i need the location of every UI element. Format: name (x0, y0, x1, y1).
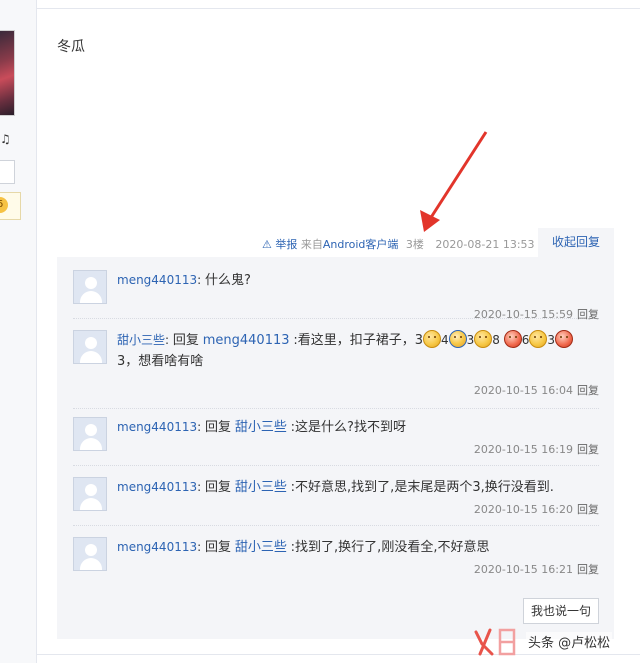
from-prefix: 来自 (300, 238, 323, 251)
reply-meta: 2020-10-15 16:04 回复 (474, 382, 599, 398)
puzzled-face-emoji-icon (529, 330, 548, 348)
reply-word: 回复 (204, 420, 231, 435)
reply-text: meng440113: 回复 甜小三些 :找到了,换行了,刚没看全,不好意思 (117, 537, 603, 558)
floor-number: 3楼 (405, 238, 424, 251)
reply-item: meng440113: 回复 甜小三些 :这是什么?找不到呀 2020-10-1… (73, 417, 599, 466)
watermark: 头条 @卢松松 (470, 620, 640, 660)
top-divider (37, 8, 640, 9)
reply-item: meng440113: 回复 甜小三些 :不好意思,找到了,是末尾是两个3,换行… (73, 477, 599, 526)
cool-face-emoji-icon (448, 330, 467, 348)
emoji-count: 4 (441, 333, 449, 347)
reply-avatar[interactable] (73, 537, 107, 571)
reply-target-user[interactable]: 甜小三些 (235, 540, 287, 555)
reply-list: meng440113: 什么鬼? 2020-10-15 15:59 回复 甜小三些… (57, 257, 614, 639)
reply-colon: : (197, 540, 202, 554)
reply-word: 回复 (204, 540, 231, 555)
reply-time: 2020-10-15 16:20 (473, 503, 573, 516)
reply-item: meng440113: 什么鬼? 2020-10-15 15:59 回复 (73, 270, 599, 322)
reply-meta: 2020-10-15 15:59 回复 (474, 306, 599, 322)
reply-meta: 2020-10-15 16:21 回复 (474, 561, 599, 577)
reply-text: 甜小三些: 回复 meng440113 :看这里，扣子裙子，3 4 3 8 6 3 3，… (117, 330, 603, 372)
watermark-logo-icon (474, 628, 516, 656)
emoji-count: 6 (521, 333, 530, 347)
reply-avatar[interactable] (73, 417, 107, 451)
reply-time: 2020-10-15 16:21 (473, 563, 573, 576)
reply-time: 2020-10-15 16:19 (473, 443, 573, 456)
user-avatar[interactable] (0, 30, 15, 116)
level-badge[interactable]: 6 (0, 192, 21, 220)
client-link[interactable]: Android客户端 (323, 238, 399, 251)
music-note-icon: ♫ (0, 132, 11, 146)
reply-username[interactable]: 甜小三些 (117, 333, 165, 347)
thinking-face-emoji-icon (474, 330, 493, 348)
collapse-replies-button[interactable]: 收起回复 (538, 228, 614, 257)
reply-meta: 2020-10-15 16:20 回复 (474, 501, 599, 517)
post-time: 2020-08-21 13:53 (435, 238, 535, 251)
reply-link[interactable]: 回复 (577, 308, 599, 321)
post-content: 冬瓜 (57, 39, 85, 55)
reply-meta: 2020-10-15 16:19 回复 (474, 441, 599, 457)
reply-message: 什么鬼? (204, 273, 251, 288)
reply-target-user[interactable]: 甜小三些 (235, 480, 287, 495)
reply-time: 2020-10-15 15:59 (473, 308, 573, 321)
reply-item: meng440113: 回复 甜小三些 :找到了,换行了,刚没看全,不好意思 2… (73, 537, 599, 585)
report-link[interactable]: 举报 (275, 238, 297, 251)
angry-face-emoji-icon (503, 330, 522, 348)
reply-target-user[interactable]: 甜小三些 (235, 420, 287, 435)
reply-avatar[interactable] (73, 330, 107, 364)
reply-message: :看这里，扣子裙子，3 (293, 333, 423, 348)
reply-link[interactable]: 回复 (577, 384, 599, 397)
reply-colon: : (165, 333, 170, 347)
emoji-count: 3 (466, 333, 475, 347)
reply-avatar[interactable] (73, 477, 107, 511)
reply-username[interactable]: meng440113 (117, 540, 197, 554)
watermark-text: 头条 @卢松松 (526, 632, 613, 651)
reply-colon: : (197, 480, 202, 494)
client-source: 来自Android客户端 (301, 238, 399, 251)
emoji-count: 8 (492, 333, 500, 347)
post-tail-bar: ⚠ 举报 来自Android客户端 3楼 2020-08-21 13:53 (262, 236, 535, 251)
reply-message: :找到了,换行了,刚没看全,不好意思 (290, 540, 490, 555)
heart-eyes-emoji-icon (555, 330, 574, 348)
shocked-face-emoji-icon (423, 330, 441, 348)
reply-time: 2020-10-15 16:04 (473, 384, 573, 397)
reply-text: meng440113: 回复 甜小三些 :这是什么?找不到呀 (117, 417, 603, 438)
reply-text: meng440113: 什么鬼? (117, 270, 603, 291)
reply-message-tail: 3，想看啥有啥 (117, 354, 204, 369)
reply-colon: : (197, 420, 202, 434)
reply-link[interactable]: 回复 (577, 443, 599, 456)
reply-username[interactable]: meng440113 (117, 273, 197, 287)
reply-message: :不好意思,找到了,是末尾是两个3,换行没看到. (290, 480, 554, 495)
reply-target-user[interactable]: meng440113 (203, 333, 290, 348)
reply-colon: : (197, 273, 202, 287)
reply-username[interactable]: meng440113 (117, 480, 197, 494)
reply-word: 回复 (204, 480, 231, 495)
reply-item: 甜小三些: 回复 meng440113 :看这里，扣子裙子，3 4 3 8 6 3 3，… (73, 330, 599, 409)
reply-message: :这是什么?找不到呀 (290, 420, 406, 435)
sidebar-button[interactable] (0, 160, 15, 184)
user-sidebar: ♫ 6 (0, 0, 37, 663)
warning-icon[interactable]: ⚠ (262, 238, 272, 251)
reply-link[interactable]: 回复 (577, 563, 599, 576)
emoji-count: 3 (547, 333, 556, 347)
reply-text: meng440113: 回复 甜小三些 :不好意思,找到了,是末尾是两个3,换行… (117, 477, 603, 498)
reply-username[interactable]: meng440113 (117, 420, 197, 434)
reply-word: 回复 (172, 333, 199, 348)
reply-avatar[interactable] (73, 270, 107, 304)
reply-link[interactable]: 回复 (577, 503, 599, 516)
level-badge-number: 6 (0, 197, 8, 213)
